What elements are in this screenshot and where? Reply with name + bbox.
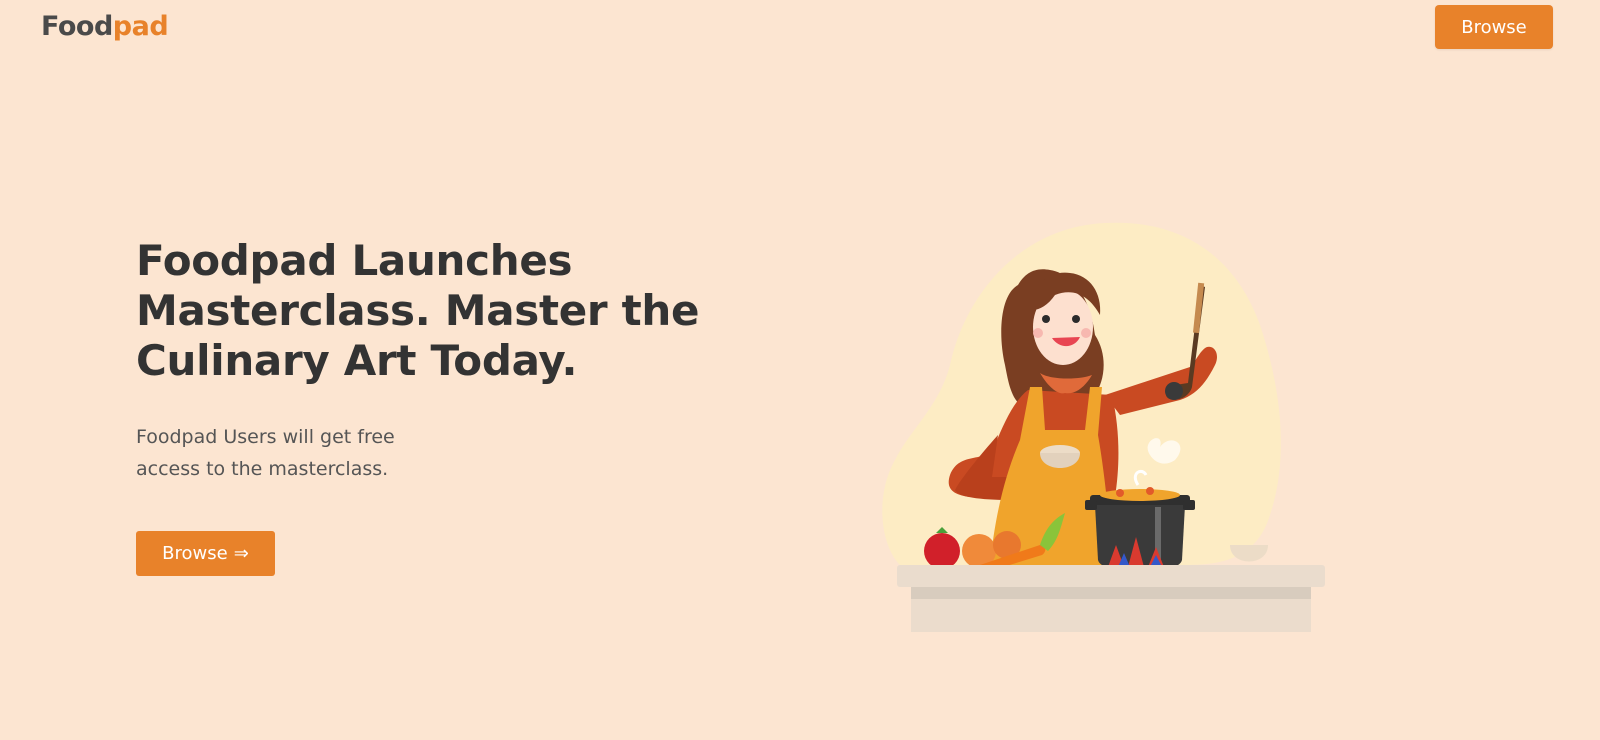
logo-text-pad: pad [112,11,169,42]
hero-browse-button[interactable]: Browse ⇒ [136,531,275,576]
table-top [897,565,1325,587]
header-browse-button[interactable]: Browse [1435,5,1553,49]
hero-subtitle: Foodpad Users will get free access to th… [136,426,395,480]
tomato [924,533,960,569]
table-front [911,599,1311,632]
site-header: Foodpad Browse [0,0,1600,55]
hero-browse-label: Browse [162,543,228,564]
small-bowl [1230,545,1268,562]
arrow-right-icon: ⇒ [233,543,249,564]
table-edge [911,587,1311,599]
chef-illustration [882,222,1325,632]
hero-title: Foodpad Launches Masterclass. Master the… [136,236,700,385]
logo-text-food: Food [41,11,113,42]
logo[interactable]: Foodpad [41,10,169,44]
